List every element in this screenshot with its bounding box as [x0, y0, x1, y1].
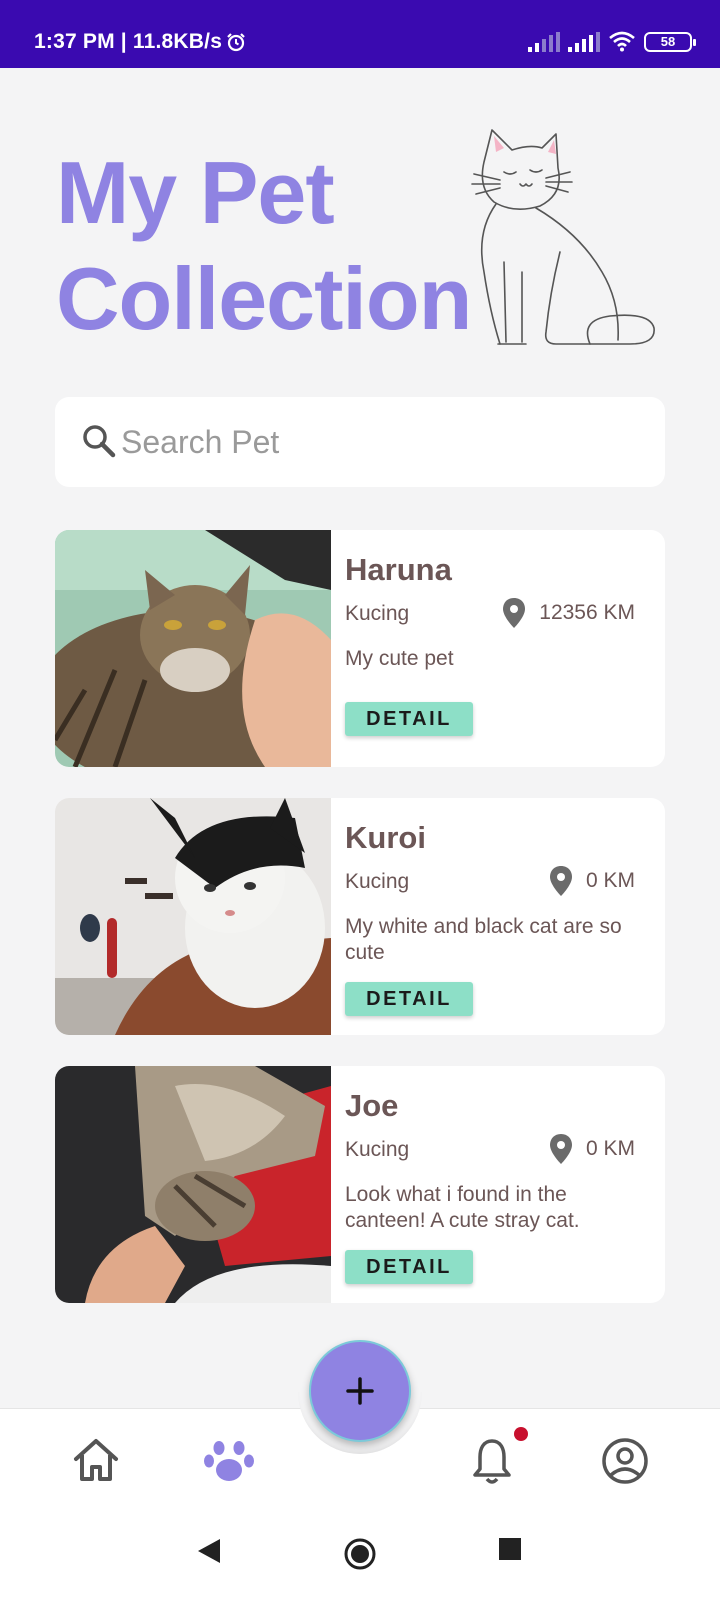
signal-icon: [528, 32, 560, 52]
pet-name: Kuroi: [345, 820, 426, 855]
pet-distance: 12356 KM: [503, 598, 635, 628]
pet-type: Kucing: [345, 1138, 410, 1161]
pet-distance-value: 0 KM: [585, 869, 635, 892]
detail-button[interactable]: DETAIL: [345, 702, 473, 736]
pet-distance: 0 KM: [549, 866, 635, 896]
bell-icon[interactable]: [472, 1437, 512, 1485]
pet-name: Haruna: [345, 552, 452, 587]
detail-button[interactable]: DETAIL: [345, 982, 473, 1016]
pet-photo: [55, 530, 331, 767]
status-bar: 1:37 PM | 11.8KB/s 58: [0, 0, 720, 68]
cat-illustration-icon: [471, 129, 655, 345]
pet-distance-value: 12356 KM: [539, 601, 635, 624]
alarm-icon: [227, 33, 245, 52]
paw-icon[interactable]: [204, 1437, 254, 1485]
pet-card[interactable]: Haruna Kucing 12356 KM My cute pet DETAI…: [55, 530, 665, 767]
notification-badge: [514, 1427, 528, 1441]
pet-distance-value: 0 KM: [585, 1137, 635, 1160]
pet-card[interactable]: Kuroi Kucing 0 KM My white and black cat…: [55, 798, 665, 1035]
pet-description: My cute pet: [345, 647, 454, 670]
status-time: 1:37 PM | 11.8KB/s: [34, 30, 223, 53]
pet-type: Kucing: [345, 870, 410, 893]
location-pin-icon: [549, 866, 572, 896]
pet-photo: [55, 1066, 331, 1303]
location-pin-icon: [503, 598, 526, 628]
page-title: My Pet Collection: [56, 140, 472, 352]
search-input[interactable]: [121, 397, 641, 487]
wifi-icon: [609, 31, 635, 52]
search-icon: [83, 425, 116, 458]
recents-icon[interactable]: [498, 1537, 522, 1561]
status-icons: 58: [528, 30, 696, 52]
page-title-line2: Collection: [56, 249, 472, 348]
pet-card-body: Haruna Kucing 12356 KM My cute pet DETAI…: [345, 530, 665, 767]
pet-distance: 0 KM: [549, 1134, 635, 1164]
pet-type: Kucing: [345, 602, 410, 625]
home-circle-icon[interactable]: [343, 1537, 377, 1571]
battery-icon: 58: [644, 32, 696, 52]
back-icon[interactable]: [196, 1537, 222, 1565]
pet-card[interactable]: Joe Kucing 0 KM Look what i found in the…: [55, 1066, 665, 1303]
home-icon[interactable]: [72, 1437, 120, 1483]
pet-card-body: Kuroi Kucing 0 KM My white and black cat…: [345, 798, 665, 1035]
pet-photo: [55, 798, 331, 1035]
add-pet-button[interactable]: [309, 1340, 411, 1442]
search-bar[interactable]: [55, 397, 665, 487]
add-icon: [346, 1377, 374, 1405]
signal-icon: [568, 32, 600, 52]
pet-card-body: Joe Kucing 0 KM Look what i found in the…: [345, 1066, 665, 1303]
location-pin-icon: [549, 1134, 572, 1164]
pet-name: Joe: [345, 1088, 399, 1123]
pet-description: Look what i found in the canteen! A cute…: [345, 1183, 580, 1232]
profile-icon[interactable]: [601, 1437, 649, 1485]
detail-button[interactable]: DETAIL: [345, 1250, 473, 1284]
pet-description: My white and black cat are so cute: [345, 915, 622, 964]
page-title-line1: My Pet: [56, 143, 335, 242]
